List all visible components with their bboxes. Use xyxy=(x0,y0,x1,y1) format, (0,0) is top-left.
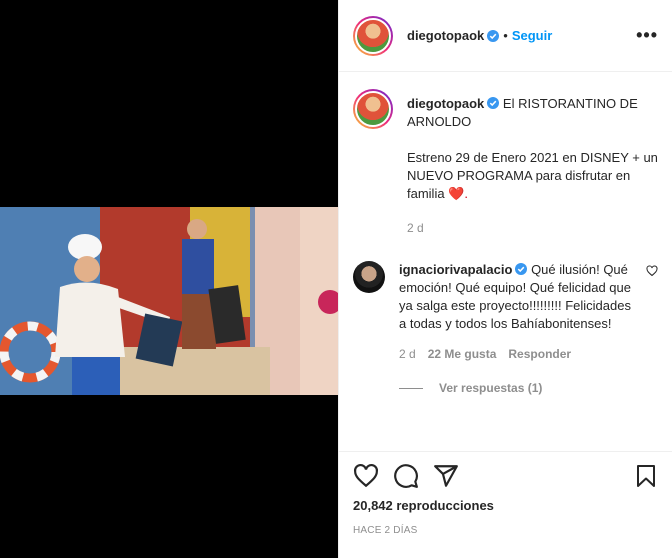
post-panel: diegotopaok • Seguir ••• diegotopaok El … xyxy=(338,0,672,558)
caption: diegotopaok El RISTORANTINO DE ARNOLDO xyxy=(353,89,658,131)
caption-body: Estreno 29 de Enero 2021 en DISNEY + un … xyxy=(407,149,658,237)
bookmark-icon[interactable] xyxy=(634,463,658,489)
video-player[interactable] xyxy=(0,207,338,395)
reply-button[interactable]: Responder xyxy=(508,347,571,361)
more-options-button[interactable]: ••• xyxy=(636,25,658,46)
follow-button[interactable]: Seguir xyxy=(512,28,552,43)
caption-time[interactable]: 2 d xyxy=(407,219,658,237)
heart-emoji: ❤️. xyxy=(448,186,469,201)
caption-text: Estreno 29 de Enero 2021 en DISNEY + un … xyxy=(407,150,658,201)
author-avatar[interactable] xyxy=(353,15,393,56)
video-frame xyxy=(0,207,338,395)
separator-dot: • xyxy=(503,28,508,43)
replies-divider xyxy=(399,387,423,389)
view-count[interactable]: 20,842 reproducciones xyxy=(353,498,658,513)
view-replies-label: Ver respuestas (1) xyxy=(439,381,543,395)
post-header: diegotopaok • Seguir ••• xyxy=(339,0,672,72)
verified-icon xyxy=(487,97,500,109)
post-date[interactable]: HACE 2 DÍAS xyxy=(353,525,658,536)
post-actions: 20,842 reproducciones HACE 2 DÍAS xyxy=(339,451,672,536)
share-icon[interactable] xyxy=(433,463,459,489)
commenter-username[interactable]: ignaciorivapalacio xyxy=(399,262,512,277)
comments-section[interactable]: diegotopaok El RISTORANTINO DE ARNOLDO E… xyxy=(339,73,672,451)
verified-icon xyxy=(515,263,528,275)
action-icons xyxy=(353,462,658,490)
verified-icon xyxy=(487,29,500,42)
caption-avatar[interactable] xyxy=(353,89,393,129)
post-media[interactable] xyxy=(0,0,338,558)
comment-likes[interactable]: 22 Me gusta xyxy=(428,347,497,361)
comment-text-block: ignaciorivapalacio Qué ilusión! Qué emoc… xyxy=(399,261,632,333)
caption-username[interactable]: diegotopaok xyxy=(407,96,484,111)
caption-text-block: diegotopaok El RISTORANTINO DE ARNOLDO xyxy=(407,89,658,131)
view-replies-button[interactable]: Ver respuestas (1) xyxy=(399,381,658,395)
comment-item: ignaciorivapalacio Qué ilusión! Qué emoc… xyxy=(353,261,658,333)
comment-like-icon[interactable] xyxy=(646,265,658,277)
comment-meta: 2 d 22 Me gusta Responder xyxy=(399,347,658,361)
comment-time[interactable]: 2 d xyxy=(399,347,416,361)
comment-icon[interactable] xyxy=(393,463,419,489)
commenter-avatar[interactable] xyxy=(353,261,385,293)
heart-icon[interactable] xyxy=(353,463,379,489)
author-username[interactable]: diegotopaok xyxy=(407,28,484,43)
